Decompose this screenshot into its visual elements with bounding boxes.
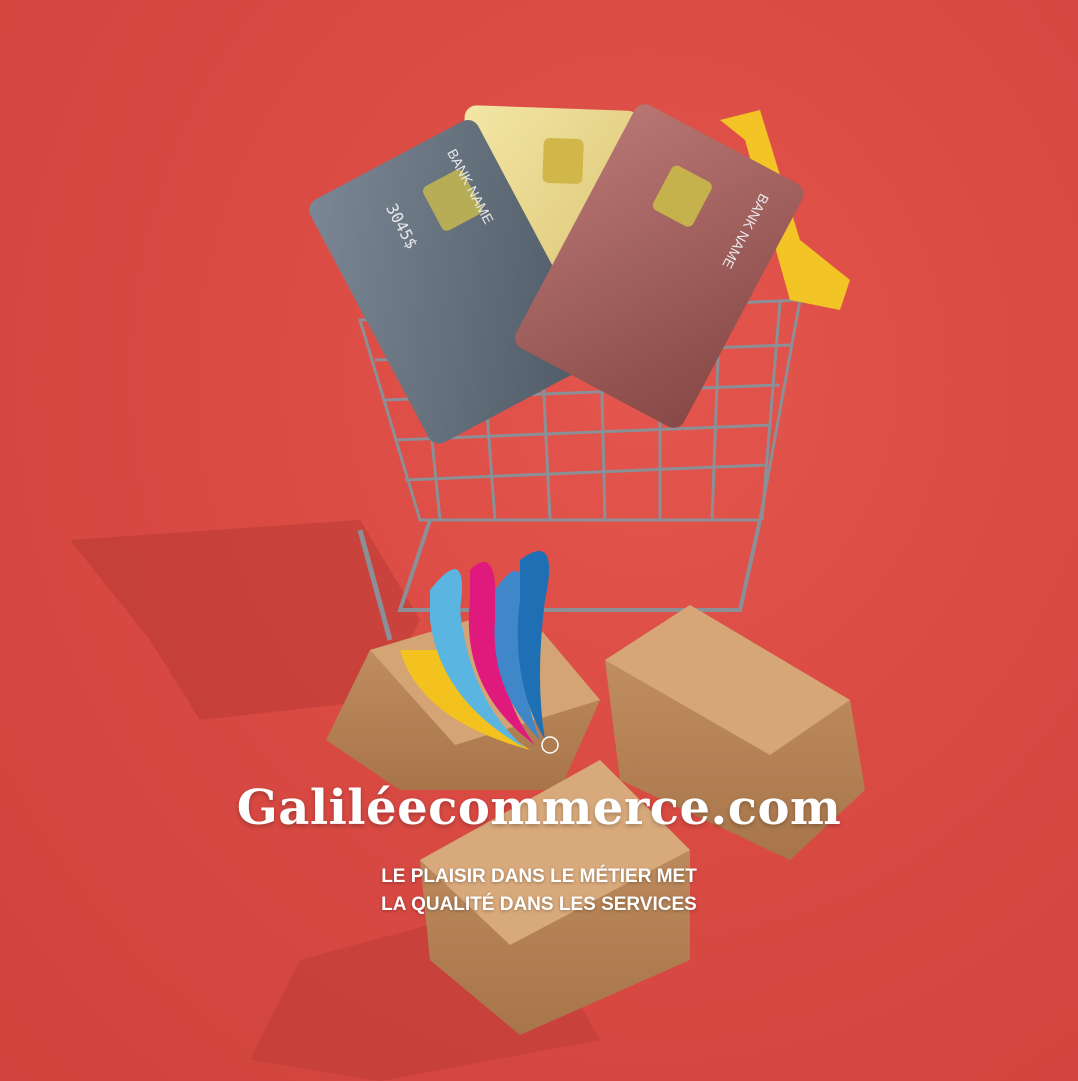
brand-name: Galiléecommerce.com <box>236 780 842 836</box>
tagline-line-1: LE PLAISIR DANS LE MÉTIER MET <box>381 866 697 887</box>
tagline-line-2: LA QUALITÉ DANS LES SERVICES <box>381 894 697 915</box>
product-photo: BANK NAME 3045$ BANK NAME Galiléecommerc… <box>0 0 1078 1081</box>
shopping-cart-illustration: BANK NAME 3045$ BANK NAME <box>70 104 865 1081</box>
